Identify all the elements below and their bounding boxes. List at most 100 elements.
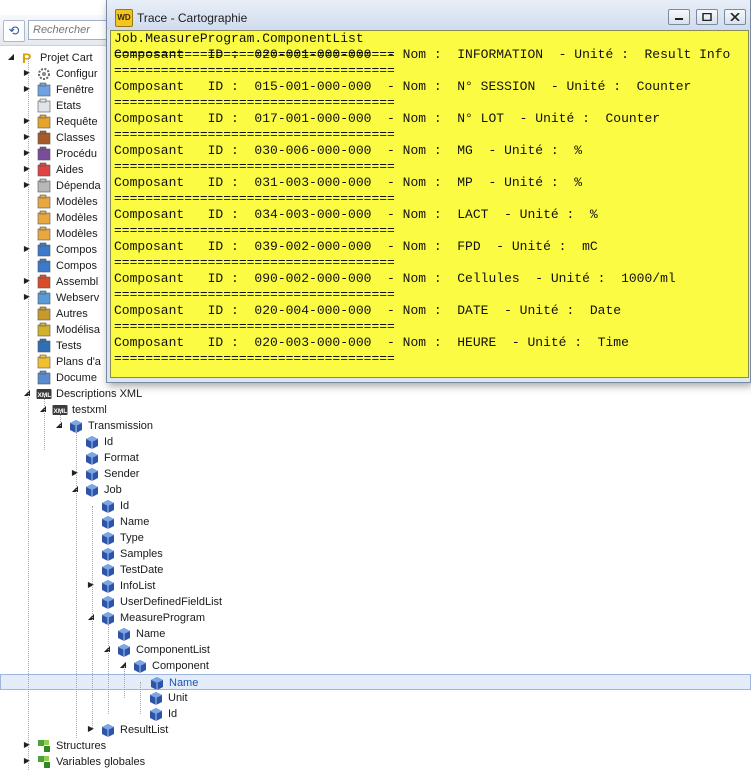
tree-item-label: Classes [56,132,96,144]
expand-arrow-icon[interactable]: ▶ [23,132,31,142]
folder-icon [36,82,52,98]
trace-component-line: Composant ID : 015-001-000-000 - Nom : N… [114,79,692,94]
tree-item-component[interactable]: ◢ Component [0,658,751,674]
tree-item-transmission[interactable]: ◢ Transmission [0,418,751,434]
tree-item-label: ComponentList [136,644,210,656]
trace-separator: ==================================== [114,127,395,142]
tree-item-job-measureprogram[interactable]: ◢ MeasureProgram [0,610,751,626]
tree-item-descriptions-xml[interactable]: ◢ XML Descriptions XML [0,386,751,402]
collapse-arrow-icon[interactable]: ◢ [39,404,47,414]
expand-arrow-icon[interactable]: ▶ [71,468,79,478]
tree-item-label: Id [104,436,114,448]
xml-node-icon [100,546,116,562]
tree-item-mp-name[interactable]: Name [0,626,751,642]
trace-component-line: Composant ID : 020-003-000-000 - Nom : H… [114,335,629,350]
xml-node-icon [100,530,116,546]
tree-item-component-unit[interactable]: Unit [0,690,751,706]
expand-arrow-icon[interactable]: ▶ [23,756,31,766]
tree-item-id[interactable]: Id [0,434,751,450]
trace-separator: ==================================== [114,63,395,78]
tree-guide-line [28,58,29,770]
tree-item-sender[interactable]: ▶ Sender [0,466,751,482]
expand-arrow-icon[interactable]: ▶ [23,276,31,286]
trace-separator: ==================================== [114,255,395,270]
trace-component-line: Composant ID : 031-003-000-000 - Nom : M… [114,175,583,190]
tree-item-label: TestDate [120,564,164,576]
tree-item-label: Compos [56,260,97,272]
xml-node-icon [116,642,132,658]
trace-component-line: Composant ID : 090-002-000-000 - Nom : C… [114,271,676,286]
expand-arrow-icon[interactable]: ▶ [23,244,31,254]
tree-item-job-samples[interactable]: Samples [0,546,751,562]
folder-icon [36,226,52,242]
collapse-arrow-icon[interactable]: ◢ [103,644,111,654]
expand-arrow-icon[interactable]: ▶ [23,292,31,302]
xml-node-icon [132,658,148,674]
folder-icon [36,274,52,290]
expand-arrow-icon[interactable]: ▶ [23,116,31,126]
folder-icon [36,322,52,338]
xml-node-icon [100,562,116,578]
collapse-arrow-icon[interactable]: ◢ [55,420,63,430]
tree-item-component-name[interactable]: Name [0,674,751,690]
trace-separator: ==================================== [114,191,395,206]
folder-icon [36,194,52,210]
collapse-arrow-icon[interactable]: ◢ [7,52,15,62]
xml-node-icon [148,690,164,706]
collapse-arrow-icon[interactable]: ◢ [71,484,79,494]
tree-item-job-name[interactable]: Name [0,514,751,530]
folder-icon [36,146,52,162]
trace-separator: ==================================== [114,351,395,366]
tree-item-label: Plans d'a [56,356,101,368]
tree-item-label: Unit [168,692,188,704]
tree-item-globals[interactable]: ▶ Variables globales [0,754,751,770]
expand-arrow-icon[interactable]: ▶ [23,180,31,190]
folder-icon [36,98,52,114]
svg-text:P: P [22,50,31,66]
trace-separator: ==================================== [114,223,395,238]
collapse-arrow-icon[interactable]: ◢ [119,660,127,670]
close-button[interactable] [724,9,746,25]
tree-item-job-userdefinedfieldlist[interactable]: UserDefinedFieldList [0,594,751,610]
tree-item-job[interactable]: ◢ Job [0,482,751,498]
collapse-arrow-icon[interactable]: ◢ [23,388,31,398]
collapse-arrow-icon[interactable]: ◢ [87,612,95,622]
expand-arrow-icon[interactable]: ▶ [23,148,31,158]
tree-item-mp-componentlist[interactable]: ◢ ComponentList [0,642,751,658]
tree-item-format[interactable]: Format [0,450,751,466]
xml-node-icon [84,450,100,466]
expand-arrow-icon[interactable]: ▶ [87,580,95,590]
tree-item-job-infolist[interactable]: ▶ InfoList [0,578,751,594]
trace-component-line: Composant ID : 020-001-000-000 - Nom : I… [114,47,731,62]
tree-item-job-type[interactable]: Type [0,530,751,546]
folder-icon [36,258,52,274]
tree-item-testxml[interactable]: ◢ XML testxml [0,402,751,418]
trace-separator: ==================================== [114,95,395,110]
structures-icon [36,738,52,754]
tree-item-resultlist[interactable]: ▶ ResultList [0,722,751,738]
minimize-icon [675,18,683,20]
expand-arrow-icon[interactable]: ▶ [87,724,95,734]
tree-item-component-id[interactable]: Id [0,706,751,722]
globals-icon [36,754,52,770]
trace-titlebar[interactable]: WD Trace - Cartographie [107,0,750,30]
minimize-button[interactable] [668,9,690,25]
expand-arrow-icon[interactable]: ▶ [23,164,31,174]
tree-item-job-testdate[interactable]: TestDate [0,562,751,578]
tree-item-label: Transmission [88,420,153,432]
trace-separator: ==================================== [114,159,395,174]
tree-item-job-id[interactable]: Id [0,498,751,514]
close-icon [730,13,740,21]
tree-guide-line [60,410,61,426]
sync-button[interactable]: ⟲ [3,20,25,42]
expand-arrow-icon[interactable]: ▶ [23,84,31,94]
tree-item-structures[interactable]: ▶ Structures [0,738,751,754]
tree-guide-line [108,618,109,714]
tree-item-label: Structures [56,740,107,752]
expand-arrow-icon[interactable]: ▶ [23,68,31,78]
expand-arrow-icon[interactable]: ▶ [23,740,31,750]
trace-window: WD Trace - Cartographie Job.MeasureProgr… [106,0,751,383]
maximize-button[interactable] [696,9,718,25]
tree-item-label: UserDefinedFieldList [120,596,223,608]
trace-output[interactable]: Job.MeasureProgram.ComponentList ========… [110,30,749,378]
